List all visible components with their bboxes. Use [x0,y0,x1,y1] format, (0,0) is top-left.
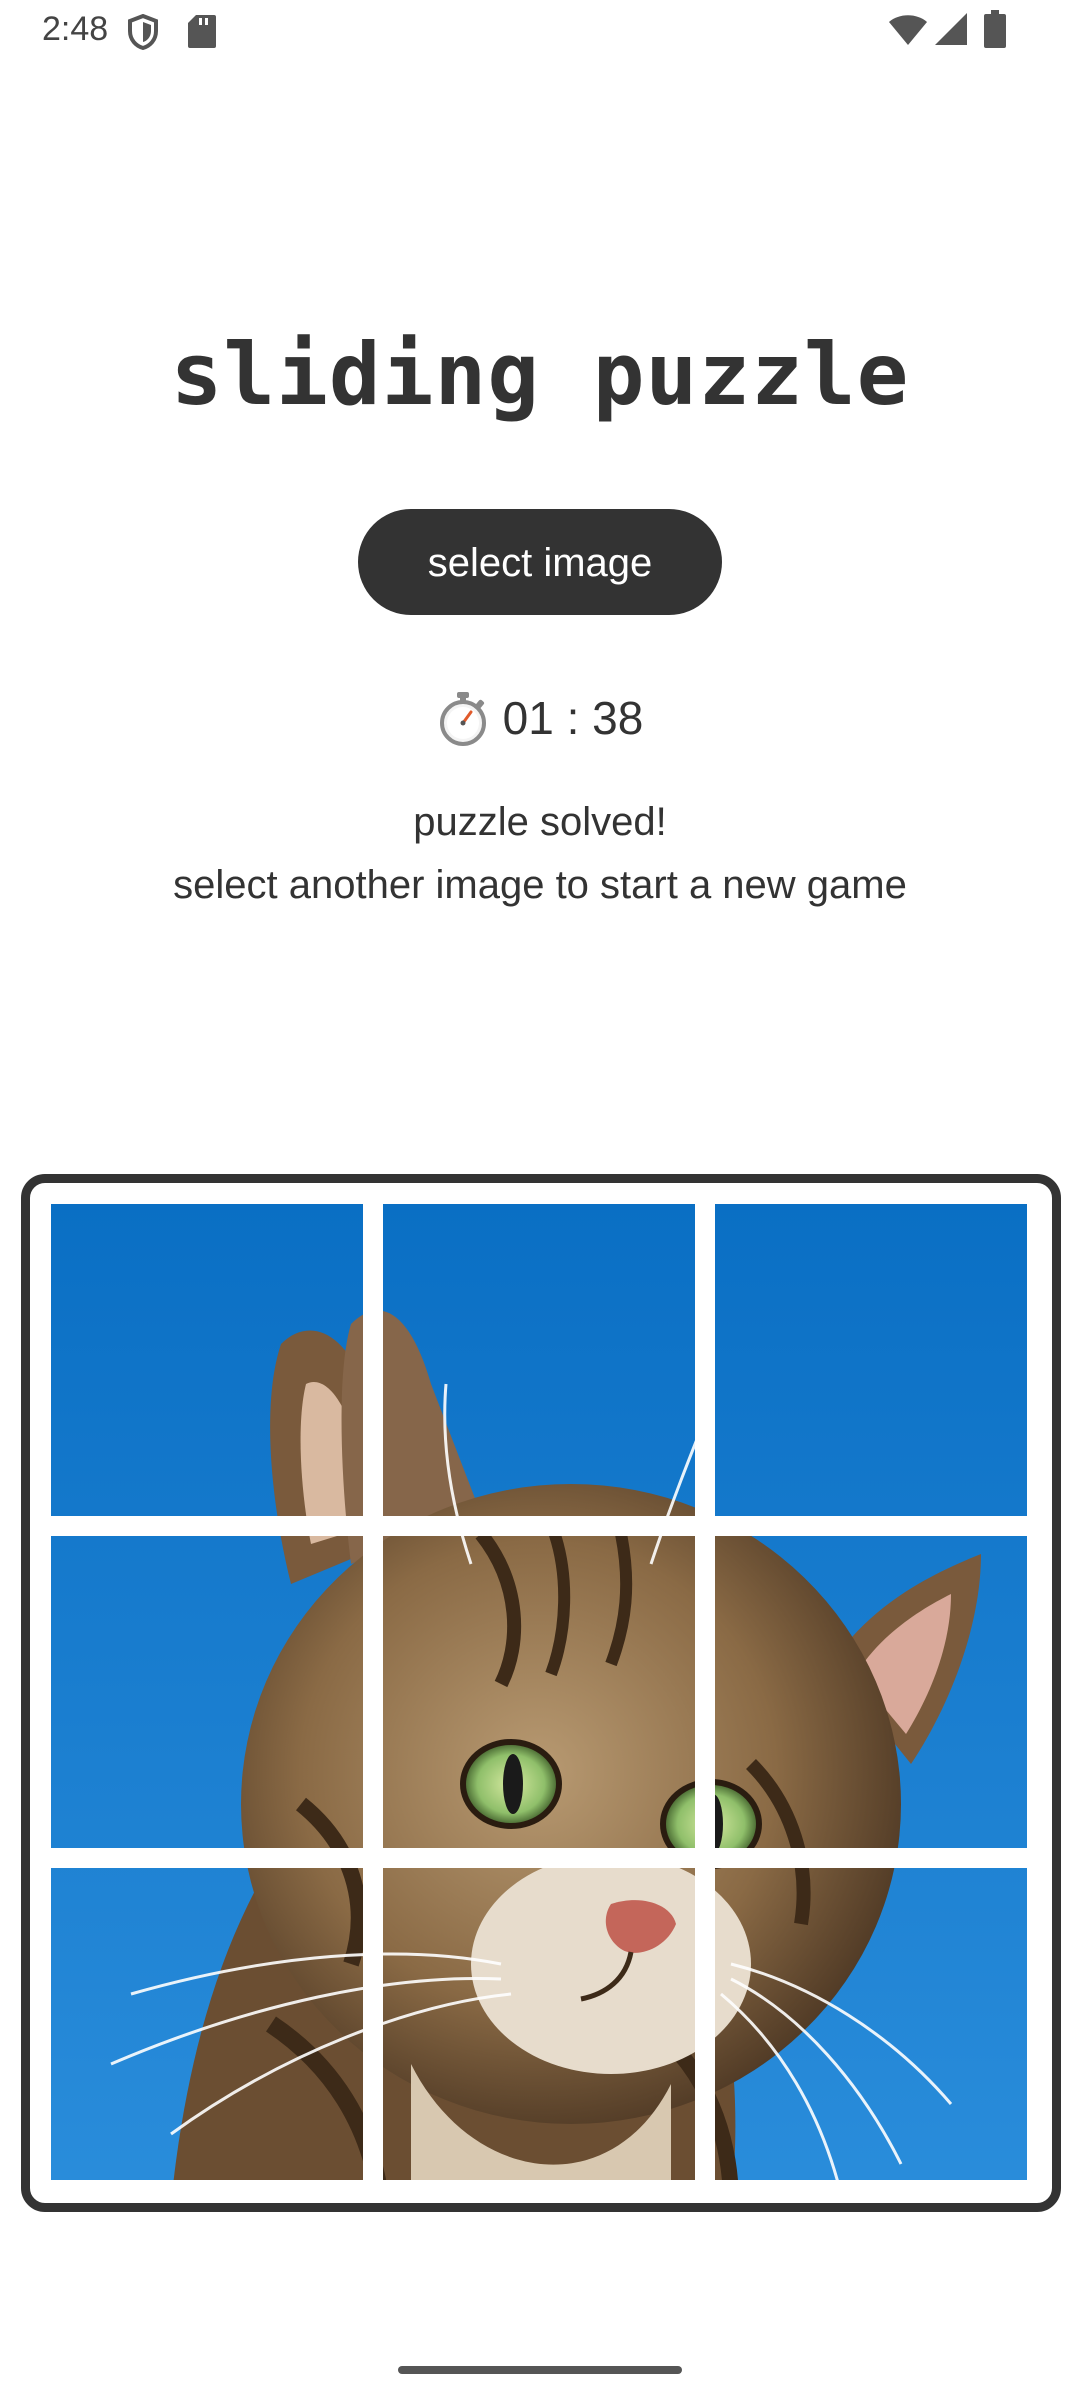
puzzle-tile-6[interactable] [715,1536,1027,1848]
puzzle-tile-5[interactable] [383,1536,695,1848]
page-title: sliding puzzle [170,325,910,425]
puzzle-tile-2[interactable] [383,1204,695,1516]
status-message: puzzle solved! [413,800,667,844]
status-time: 2:48 [42,10,109,48]
puzzle-tile-9[interactable] [715,1868,1027,2180]
puzzle-tile-4[interactable] [51,1536,363,1848]
timer: 01 : 38 [0,690,1080,746]
select-image-button[interactable]: select image [358,509,722,615]
shield-icon [128,14,158,50]
home-indicator[interactable] [398,2366,682,2374]
wifi-icon [889,15,927,45]
puzzle-tile-8[interactable] [383,1868,695,2180]
sd-card-icon [188,15,216,48]
puzzle-tile-1[interactable] [51,1204,363,1516]
status-bar: 2:48 [0,0,1080,62]
puzzle-tile-3[interactable] [715,1204,1027,1516]
puzzle-tile-7[interactable] [51,1868,363,2180]
cell-signal-icon [935,13,967,45]
puzzle-board [21,1174,1061,2212]
timer-text: 01 : 38 [502,692,644,744]
battery-icon [984,10,1006,48]
status-hint: select another image to start a new game [173,863,907,907]
stopwatch-icon [439,692,486,746]
